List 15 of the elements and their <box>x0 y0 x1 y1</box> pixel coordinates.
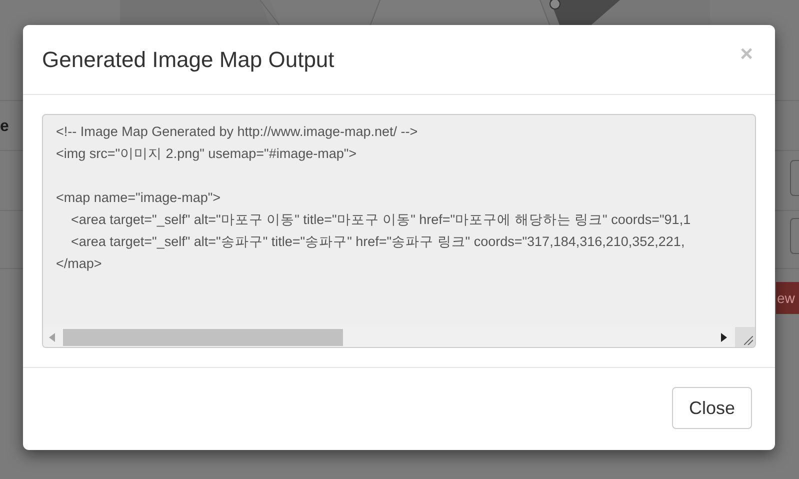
scroll-right-icon[interactable] <box>721 332 727 342</box>
code-line: <img src="이미지 2.png" usemap="#image-map"> <box>56 145 357 163</box>
code-line: </map> <box>56 255 102 273</box>
resize-grip-icon[interactable] <box>744 336 753 345</box>
code-line: <area target="_self" alt="송파구" title="송파구" href="송파구 링크" coords="317,184,316,210,352,221, <box>70 233 685 251</box>
close-button[interactable]: Close <box>672 387 752 429</box>
page-heading: e <box>0 117 9 137</box>
scroll-left-icon[interactable] <box>49 332 55 342</box>
new-button[interactable]: ew <box>776 282 799 314</box>
code-line: <area target="_self" alt="마포구 이동" title="마포구 이동" href="마포구에 해당하는 링크" coords="91,1 <box>70 211 691 229</box>
modal-title: Generated Image Map Output <box>42 46 334 74</box>
code-line: <!-- Image Map Generated by http://www.image-map.net/ --> <box>56 123 418 141</box>
scrollbar-thumb[interactable] <box>63 328 343 346</box>
code-textarea[interactable] <box>42 114 756 348</box>
code-line: <map name="image-map"> <box>56 189 221 207</box>
